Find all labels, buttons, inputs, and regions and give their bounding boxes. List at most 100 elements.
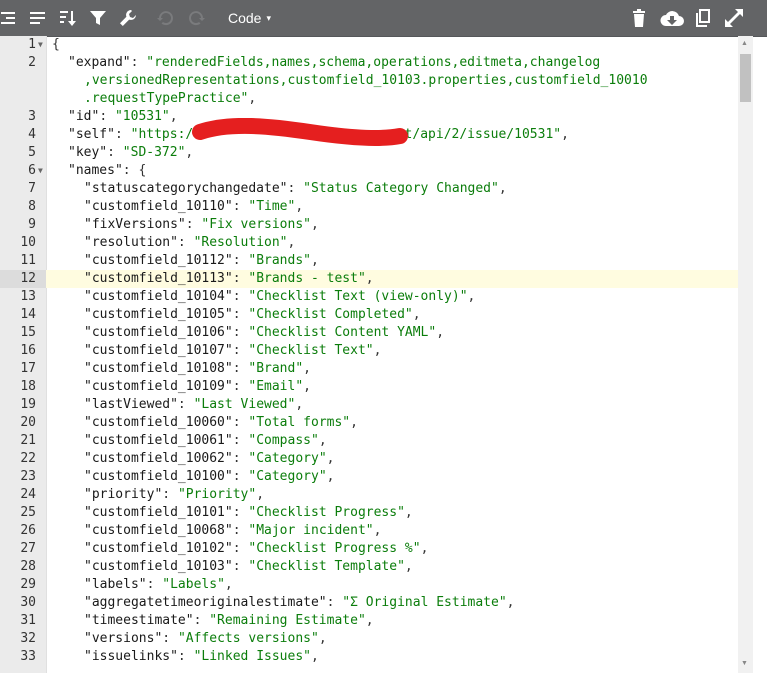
line-number: 7 (28, 181, 36, 196)
line-number: 3 (28, 109, 36, 124)
redo-icon[interactable] (186, 8, 206, 28)
json-key: "statuscategorychangedate" (84, 181, 288, 196)
json-punctuation: , (295, 397, 304, 412)
code-line[interactable]: 27 "customfield_10102": "Checklist Progre… (0, 540, 752, 558)
json-punctuation: : (232, 505, 249, 520)
json-string: "Category" (248, 451, 327, 466)
code-line[interactable]: 29 "labels": "Labels", (0, 576, 752, 594)
expand-icon[interactable] (724, 8, 744, 28)
code-line[interactable]: 2 "expand": "renderedFields,names,schema,… (0, 54, 752, 72)
json-string: "Labels" (162, 577, 225, 592)
line-number (0, 72, 46, 90)
wrench-icon[interactable] (118, 8, 138, 28)
code-line[interactable]: 4 "self": "https:/ est/api/2/issue/10531"… (0, 126, 752, 144)
json-punctuation: : (232, 379, 249, 394)
json-punctuation: , (561, 127, 569, 142)
code-text: "customfield_10101": "Checklist Progress… (84, 504, 413, 522)
mode-dropdown[interactable]: Code ▾ (228, 10, 271, 26)
filter-icon[interactable] (88, 8, 108, 28)
json-punctuation: , (287, 235, 296, 250)
code-line[interactable]: 28 "customfield_10103": "Checklist Templa… (0, 558, 752, 576)
code-line[interactable]: 10 "resolution": "Resolution", (0, 234, 752, 252)
toolbar: Code ▾ (0, 0, 767, 37)
json-punctuation: , (318, 631, 327, 646)
json-string: "Linked Issues" (193, 649, 311, 664)
scroll-down-icon[interactable]: ▼ (741, 660, 748, 667)
json-punctuation: , (412, 307, 421, 322)
line-number: 20 (20, 415, 36, 430)
undo-icon[interactable] (156, 8, 176, 28)
code-text: "versions": "Affects versions", (84, 630, 327, 648)
code-line[interactable]: 1 ▼{ (0, 36, 752, 54)
code-line[interactable]: 17 "customfield_10108": "Brand", (0, 360, 752, 378)
code-line[interactable]: 13 "customfield_10104": "Checklist Text (… (0, 288, 752, 306)
download-cloud-icon[interactable] (660, 8, 684, 28)
code-line[interactable]: 15 "customfield_10106": "Checklist Conten… (0, 324, 752, 342)
code-text: "labels": "Labels", (84, 576, 233, 594)
code-text: "customfield_10108": "Brand", (84, 360, 311, 378)
code-line[interactable]: 3 "id": "10531", (0, 108, 752, 126)
code-text: "customfield_10060": "Total forms", (84, 414, 358, 432)
code-line[interactable]: 25 "customfield_10101": "Checklist Progre… (0, 504, 752, 522)
code-text: "key": "SD-372", (68, 144, 193, 162)
sort-icon[interactable] (58, 8, 78, 28)
json-punctuation: , (498, 181, 507, 196)
code-line[interactable]: 12 "customfield_10113": "Brands - test", (0, 270, 752, 288)
json-punctuation: : (232, 271, 249, 286)
code-line[interactable]: 16 "customfield_10107": "Checklist Text", (0, 342, 752, 360)
code-line[interactable]: 14 "customfield_10105": "Checklist Comple… (0, 306, 752, 324)
trash-icon[interactable] (629, 8, 649, 28)
code-line[interactable]: ,versionedRepresentations,customfield_10… (0, 72, 752, 90)
json-key: "resolution" (84, 235, 178, 250)
json-punctuation: : (162, 487, 178, 502)
json-string: "Σ Original Estimate" (342, 595, 507, 610)
code-line[interactable]: 5 "key": "SD-372", (0, 144, 752, 162)
code-line[interactable]: 33 "issuelinks": "Linked Issues", (0, 648, 752, 666)
json-string: "Major incident" (248, 523, 374, 538)
compact-icon[interactable] (28, 8, 48, 28)
code-line[interactable]: 26 "customfield_10068": "Major incident", (0, 522, 752, 540)
code-text: "customfield_10062": "Category", (84, 450, 334, 468)
code-line[interactable]: 19 "lastViewed": "Last Viewed", (0, 396, 752, 414)
code-line[interactable]: 22 "customfield_10062": "Category", (0, 450, 752, 468)
code-line[interactable]: 30 "aggregatetimeoriginalestimate": "Σ Or… (0, 594, 752, 612)
code-editor[interactable]: 1 ▼{2 "expand": "renderedFields,names,sche… (0, 36, 752, 673)
json-punctuation: : (232, 451, 249, 466)
code-line[interactable]: 18 "customfield_10109": "Email", (0, 378, 752, 396)
fold-toggle-icon[interactable]: ▼ (38, 162, 43, 180)
code-text: "customfield_10112": "Brands", (84, 252, 319, 270)
vertical-scrollbar[interactable]: ▲ ▼ (738, 36, 753, 673)
code-line[interactable]: 31 "timeestimate": "Remaining Estimate", (0, 612, 752, 630)
code-line[interactable]: 23 "customfield_10100": "Category", (0, 468, 752, 486)
line-number: 29 (20, 577, 36, 592)
code-line[interactable]: 11 "customfield_10112": "Brands", (0, 252, 752, 270)
code-text: "customfield_10109": "Email", (84, 378, 311, 396)
code-line[interactable]: 20 "customfield_10060": "Total forms", (0, 414, 752, 432)
code-line[interactable]: 21 "customfield_10061": "Compass", (0, 432, 752, 450)
line-number: 11 (20, 253, 36, 268)
code-text: "id": "10531", (68, 108, 178, 126)
code-line[interactable]: 24 "priority": "Priority", (0, 486, 752, 504)
code-line[interactable]: 9 "fixVersions": "Fix versions", (0, 216, 752, 234)
copy-icon[interactable] (693, 8, 713, 28)
line-number: 13 (20, 289, 36, 304)
json-string: "Total forms" (248, 415, 351, 430)
format-icon[interactable] (0, 8, 20, 28)
code-line[interactable]: 32 "versions": "Affects versions", (0, 630, 752, 648)
code-line[interactable]: 8 "customfield_10110": "Time", (0, 198, 752, 216)
json-string: "Fix versions" (201, 217, 311, 232)
json-punctuation: , (310, 649, 319, 664)
scrollbar-thumb[interactable] (740, 54, 751, 102)
scroll-up-icon[interactable]: ▲ (741, 40, 748, 47)
code-line[interactable]: 7 "statuscategorychangedate": "Status Cat… (0, 180, 752, 198)
json-key: "self" (68, 127, 115, 142)
code-line[interactable]: 6 ▼ "names": { (0, 162, 752, 180)
json-string: "renderedFields,names,schema,operations,… (146, 55, 601, 70)
mode-label: Code (228, 10, 262, 26)
fold-toggle-icon[interactable]: ▼ (38, 36, 43, 54)
line-number: 14 (20, 307, 36, 322)
json-punctuation: : (114, 127, 131, 142)
line-number: 26 (20, 523, 36, 538)
code-line[interactable]: .requestTypePractice", (0, 90, 752, 108)
json-key: "customfield_10106" (84, 325, 233, 340)
